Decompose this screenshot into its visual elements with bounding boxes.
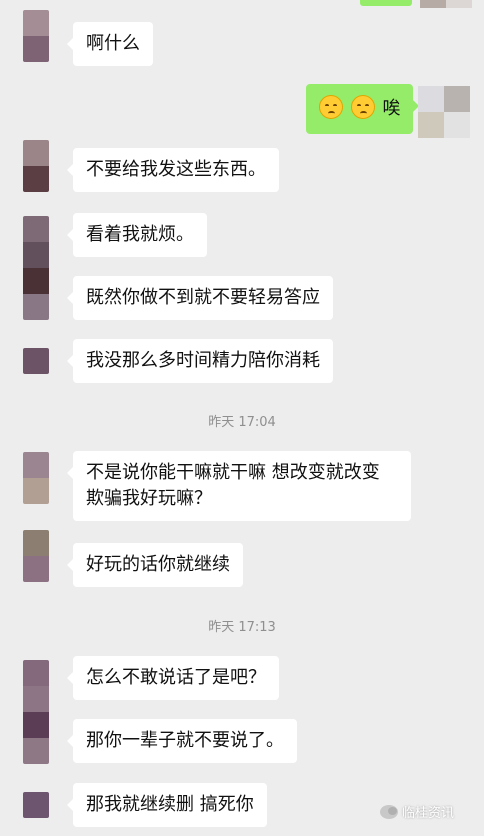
message-text: 既然你做不到就不要轻易答应 <box>86 287 320 308</box>
message-bubble-outgoing[interactable]: 唉 <box>306 84 420 134</box>
self-avatar-partial-2 <box>446 0 472 8</box>
message-text: 怎么不敢说话了是吧？ <box>86 667 266 688</box>
message-bubble-incoming[interactable]: 不要给我发这些东西。 <box>67 148 279 192</box>
watermark-text: 临桂资讯 <box>402 806 455 821</box>
self-avatar-partial[interactable] <box>420 0 446 8</box>
message-text: 啊什么 <box>86 33 140 54</box>
contact-avatar[interactable] <box>23 10 49 62</box>
message-text: 唉 <box>382 98 401 119</box>
previous-outgoing-bubble[interactable] <box>360 0 412 6</box>
message-text: 不要给我发这些东西。 <box>86 159 266 180</box>
message-text: 不是说你能干嘛就干嘛 想改变就改变 欺骗我好玩嘛？ <box>86 462 380 509</box>
contact-avatar[interactable] <box>23 792 49 818</box>
wechat-logo-icon <box>380 804 398 819</box>
message-text: 好玩的话你就继续 <box>86 554 230 575</box>
message-bubble-incoming[interactable]: 看着我就烦。 <box>67 213 207 257</box>
message-bubble-incoming[interactable]: 啊什么 <box>67 22 153 66</box>
pensive-face-emoji-icon <box>319 95 343 119</box>
contact-avatar[interactable] <box>23 348 49 374</box>
watermark: 临桂资讯 <box>380 802 454 821</box>
message-bubble-incoming[interactable]: 那你一辈子就不要说了。 <box>67 719 297 763</box>
message-text: 我没那么多时间精力陪你消耗 <box>86 350 320 371</box>
message-bubble-incoming[interactable]: 既然你做不到就不要轻易答应 <box>67 276 333 320</box>
contact-avatar[interactable] <box>23 660 49 764</box>
self-avatar[interactable] <box>418 86 470 138</box>
timestamp: 昨天 17:13 <box>208 620 276 635</box>
contact-avatar[interactable] <box>23 452 49 504</box>
contact-avatar[interactable] <box>23 530 49 582</box>
chat-screen: 啊什么 唉 不要给我发这些东西。 看着我就烦。 既然你做不到就不要轻易答应 我没… <box>0 0 484 836</box>
message-bubble-incoming[interactable]: 我没那么多时间精力陪你消耗 <box>67 339 333 383</box>
message-text: 那我就继续删 搞死你 <box>86 794 254 815</box>
message-bubble-incoming[interactable]: 怎么不敢说话了是吧？ <box>67 656 279 700</box>
message-text: 看着我就烦。 <box>86 224 194 245</box>
pensive-face-emoji-icon <box>350 95 375 119</box>
message-bubble-incoming[interactable]: 那我就继续删 搞死你 <box>67 783 267 827</box>
message-text: 那你一辈子就不要说了。 <box>86 730 284 751</box>
timestamp: 昨天 17:04 <box>208 415 276 430</box>
contact-avatar[interactable] <box>23 216 49 320</box>
message-bubble-incoming[interactable]: 不是说你能干嘛就干嘛 想改变就改变 欺骗我好玩嘛？ <box>67 451 411 521</box>
contact-avatar[interactable] <box>23 140 49 192</box>
message-bubble-incoming[interactable]: 好玩的话你就继续 <box>67 543 243 587</box>
